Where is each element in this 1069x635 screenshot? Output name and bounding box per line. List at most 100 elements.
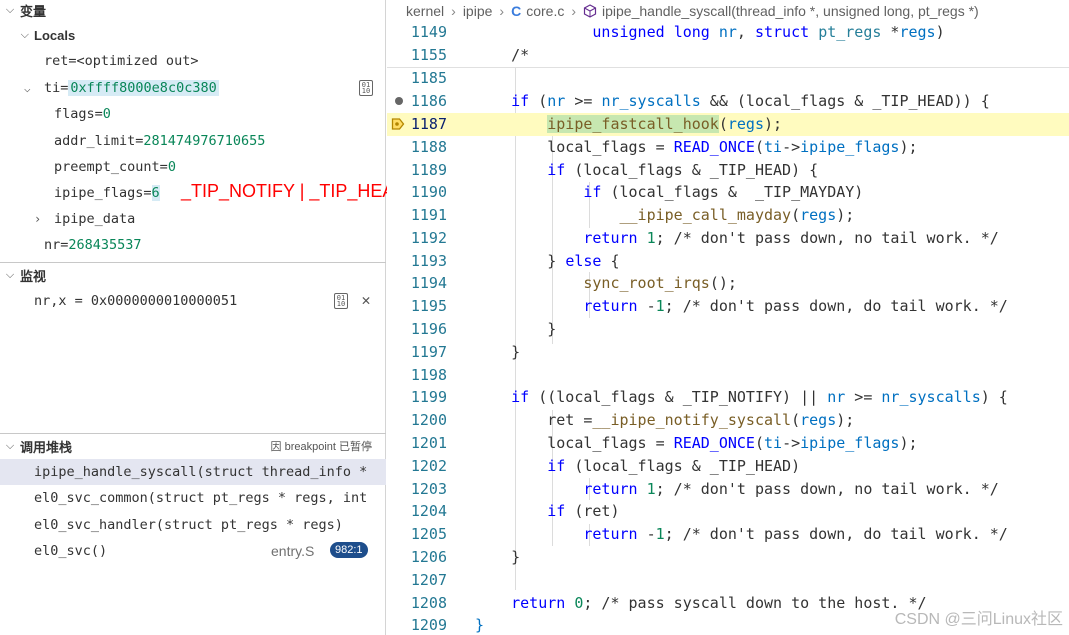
code-line[interactable]: 1200 ret =__ipipe_notify_syscall(regs);	[387, 409, 1069, 432]
variable-preempt-count[interactable]: preempt_count = 0	[54, 156, 176, 178]
divider	[0, 433, 386, 434]
view-binary-icon[interactable]: 01 10	[358, 80, 374, 96]
code-line[interactable]: 1190 if (local_flags & _TIP_MAYDAY)	[387, 181, 1069, 204]
view-binary-icon[interactable]: 01 10	[333, 293, 349, 309]
breadcrumb-item[interactable]: ipipe	[463, 3, 493, 19]
chevron-down-icon: ⌵	[5, 439, 15, 452]
code-line[interactable]: 1207	[387, 569, 1069, 592]
code-line[interactable]: 1192 return 1; /* don't pass down, no ta…	[387, 227, 1069, 250]
variable-addr-limit[interactable]: addr_limit = 281474976710655	[54, 130, 265, 152]
code-line-current[interactable]: 1187 ipipe_fastcall_hook(regs);	[387, 113, 1069, 136]
variable-name: ret	[44, 53, 69, 69]
breakpoint-dot-icon[interactable]	[395, 97, 403, 105]
line-number: 1201	[410, 434, 447, 453]
variable-flags[interactable]: flags = 0	[54, 103, 111, 125]
line-number: 1198	[410, 366, 447, 385]
stack-frame-label: ipipe_handle_syscall(struct thread_info …	[34, 464, 368, 480]
locals-title: Locals	[34, 27, 76, 43]
line-number: 1194	[410, 274, 447, 293]
line-number: 1149	[410, 23, 447, 42]
code-line[interactable]: 1196 }	[387, 318, 1069, 341]
code-line[interactable]: 1188 local_flags = READ_ONCE(ti->ipipe_f…	[387, 136, 1069, 159]
variable-value: 0	[102, 106, 111, 122]
c-file-icon: C	[511, 3, 522, 19]
variable-value: 268435537	[68, 237, 142, 253]
code-line[interactable]: 1185	[387, 67, 1069, 90]
variable-name: ti	[44, 80, 61, 96]
code-line[interactable]: 1189 if (local_flags & _TIP_HEAD) {	[387, 159, 1069, 182]
variable-nr[interactable]: nr = 268435537	[44, 234, 142, 256]
code-line[interactable]: 1202 if (local_flags & _TIP_HEAD)	[387, 455, 1069, 478]
variable-ret[interactable]: ret = <optimized out>	[44, 50, 198, 72]
flags-annotation: _TIP_NOTIFY | _TIP_HEAD	[181, 181, 408, 201]
variables-section-header[interactable]: ⌵ 变量	[0, 0, 386, 20]
chevron-right-icon: ›	[451, 3, 456, 19]
variable-name: preempt_count	[54, 159, 160, 175]
stack-frame-label: el0_svc()	[34, 543, 108, 559]
variable-name: flags	[54, 106, 95, 122]
stack-frame[interactable]: el0_svc()	[0, 538, 386, 564]
variable-value: <optimized out>	[76, 53, 199, 69]
debug-sidebar: ⌵ 变量 ⌵ Locals ret = <optimized out> ⌵ ti…	[0, 0, 407, 635]
variable-name: ipipe_flags	[54, 185, 144, 201]
function-icon	[583, 4, 597, 18]
code-line[interactable]: 1199 if ((local_flags & _TIP_NOTIFY) || …	[387, 386, 1069, 409]
watch-section-header[interactable]: ⌵ 监视	[0, 265, 386, 285]
code-line[interactable]: 1201 local_flags = READ_ONCE(ti->ipipe_f…	[387, 432, 1069, 455]
stack-frame[interactable]: ipipe_handle_syscall(struct thread_info …	[0, 459, 386, 485]
code-line[interactable]: 1203 return 1; /* don't pass down, no ta…	[387, 478, 1069, 501]
line-number: 1205	[410, 525, 447, 544]
breadcrumb-item[interactable]: kernel	[406, 3, 444, 19]
close-icon[interactable]: ✕	[358, 291, 374, 309]
variable-ti[interactable]: ⌵ ti = 0xffff8000e8c0c380	[24, 77, 219, 99]
code-line[interactable]: 1195 return -1; /* don't pass down, do t…	[387, 295, 1069, 318]
code-line[interactable]: 1194 sync_root_irqs();	[387, 272, 1069, 295]
code-line[interactable]: 1186 if (nr >= nr_syscalls && (local_fla…	[387, 90, 1069, 113]
line-number: 1203	[410, 480, 447, 499]
variable-name: ipipe_data	[54, 211, 136, 227]
variable-value: 281474976710655	[143, 133, 266, 149]
breadcrumb: kernel › ipipe › C core.c › ipipe_handle…	[387, 0, 1069, 22]
line-number: 1207	[410, 571, 447, 590]
sticky-line[interactable]: 1149 unsigned long nr, struct pt_regs *r…	[387, 21, 1069, 44]
sticky-line[interactable]: 1155 /*	[387, 44, 1069, 67]
code-line[interactable]: 1191 __ipipe_call_mayday(regs);	[387, 204, 1069, 227]
line-number: 1206	[410, 548, 447, 567]
watch-expression[interactable]: nr,x = 0x0000000010000051	[34, 290, 237, 312]
stack-frame[interactable]: el0_svc_common(struct pt_regs * regs, in…	[0, 485, 386, 511]
line-number: 1191	[410, 206, 447, 225]
line-number: 1200	[410, 411, 447, 430]
variable-name: addr_limit	[54, 133, 136, 149]
stack-frame[interactable]: el0_svc_handler(struct pt_regs * regs)	[0, 512, 386, 538]
code-line[interactable]: 1204 if (ret)	[387, 500, 1069, 523]
callstack-section-header[interactable]: ⌵ 调用堆栈 因 breakpoint 已暂停	[0, 436, 386, 456]
variable-ipipe-flags[interactable]: ipipe_flags = 6	[54, 182, 160, 204]
divider	[0, 262, 386, 263]
line-number: 1208	[410, 594, 447, 613]
chevron-right-icon: ›	[499, 3, 505, 19]
breadcrumb-item[interactable]: ipipe_handle_syscall(thread_info *, unsi…	[602, 3, 979, 19]
code-line[interactable]: 1198	[387, 364, 1069, 387]
line-badge: 982:1	[330, 542, 368, 558]
locals-scope[interactable]: ⌵ Locals	[0, 25, 386, 45]
variables-title: 变量	[20, 3, 47, 19]
variable-value: 0xffff8000e8c0c380	[68, 80, 219, 96]
code-line[interactable]: 1197 }	[387, 341, 1069, 364]
line-number: 1185	[410, 69, 447, 88]
line-number: 1199	[410, 388, 447, 407]
code-line[interactable]: 1206 }	[387, 546, 1069, 569]
line-number: 1195	[410, 297, 447, 316]
pause-status: 因 breakpoint 已暂停	[270, 441, 372, 453]
line-number: 1202	[410, 457, 447, 476]
chevron-down-icon: ⌵	[24, 81, 31, 95]
code-line[interactable]: 1193 } else {	[387, 250, 1069, 273]
line-number: 1197	[410, 343, 447, 362]
watch-expression-text: nr,x = 0x0000000010000051	[34, 293, 238, 309]
watermark: CSDN @三问Linux社区	[894, 611, 1063, 628]
line-number: 1192	[410, 229, 447, 248]
breadcrumb-item[interactable]: core.c	[526, 3, 564, 19]
current-execution-arrow-icon[interactable]	[391, 117, 405, 131]
variable-ipipe-data[interactable]: › ipipe_data	[34, 208, 135, 230]
chevron-down-icon: ⌵	[5, 268, 15, 281]
code-line[interactable]: 1205 return -1; /* don't pass down, do t…	[387, 523, 1069, 546]
